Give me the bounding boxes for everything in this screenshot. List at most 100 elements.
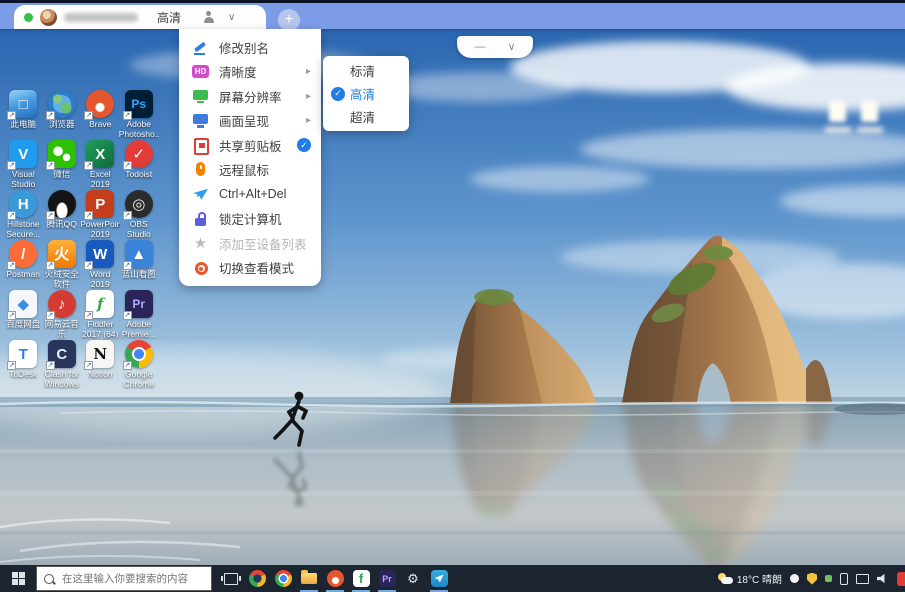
desktop-icon-label: 腾讯QQ [47, 220, 77, 230]
clipboard-icon [192, 137, 209, 154]
desktop-icon-browser-globe[interactable]: ↗浏览器 [43, 90, 82, 140]
desktop-icon-label: Google Chrome [120, 370, 159, 390]
taskbar-premiere[interactable]: Pr [374, 565, 400, 592]
menu-item-screen-resolution[interactable]: 屏幕分辨率▸ [179, 84, 321, 109]
hd-badge-icon: HD [192, 65, 209, 78]
blurred-desktop-icon[interactable] [829, 101, 846, 122]
desktop-icon-vscode[interactable]: V↗Visual Studio Code [4, 140, 43, 190]
desktop-icon-postman[interactable]: /↗Postman [4, 240, 43, 290]
menu-item-rename-alias[interactable]: 修改别名 [179, 35, 321, 60]
taskbar-fiddler[interactable]: f [348, 565, 374, 592]
desktop-icon-qq[interactable]: ↗腾讯QQ [43, 190, 82, 240]
menu-item-lock-computer[interactable]: 锁定计算机 [179, 207, 321, 232]
desktop-icon-this-pc[interactable]: □↗此电脑 [4, 90, 43, 140]
taskbar-settings[interactable]: ⚙ [400, 565, 426, 592]
user-icon[interactable] [202, 11, 215, 24]
shortcut-arrow-badge: ↗ [46, 211, 55, 220]
desktop-icon-excel[interactable]: X↗Excel 2019 [81, 140, 120, 190]
desktop-icon-word-image: W↗ [86, 240, 114, 268]
shortcut-arrow-badge: ↗ [84, 311, 93, 320]
desktop-icon-huorong[interactable]: 火↗火绒安全软件 [43, 240, 82, 290]
desktop-icon-brave[interactable]: ↗Brave [81, 90, 120, 140]
taskbar: f Pr⚙ 18°C 晴朗 [0, 565, 905, 592]
desktop-icon-wechat[interactable]: ↗微信 [43, 140, 82, 190]
desktop-icon-label: 火绒安全软件 [43, 270, 82, 290]
submenu-item-hd[interactable]: ✓高清 [323, 82, 409, 105]
desktop-icon-notion-image: N↗ [86, 340, 114, 368]
desktop-icon-notion[interactable]: N↗ Notion [81, 340, 120, 390]
menu-item-label: 屏幕分辨率 [219, 87, 296, 106]
desktop-icon-word[interactable]: W↗Word 2019 [81, 240, 120, 290]
desktop-icon-chrome[interactable]: ↗Google Chrome [120, 340, 159, 390]
desktop-icon-premiere[interactable]: Pr↗Adobe Premie... [120, 290, 159, 340]
taskbar-search[interactable] [36, 566, 212, 591]
taskbar-color-wheel-icon-image [249, 570, 266, 587]
collapse-chevron-icon[interactable]: ∨ [507, 42, 515, 53]
desktop-icon-todesk[interactable]: T↗ToDesk [4, 340, 43, 390]
desktop-icon-hillstone[interactable]: H↗Hillstone Secure... [4, 190, 43, 240]
taskbar-brave[interactable] [322, 565, 348, 592]
menu-item-display-mode[interactable]: 画面呈现▸ [179, 109, 321, 134]
icon-glyph: N [93, 347, 107, 362]
desktop-icon-label: Clash for Windows [43, 370, 82, 390]
tray-volume-icon[interactable] [877, 573, 889, 584]
desktop-icon-label: Adobe Photosho... [119, 120, 159, 140]
desktop-icon-lanshan-viewer[interactable]: ▲↗蓝山看图 [120, 240, 159, 290]
desktop-icon-excel-image: X↗ [86, 140, 114, 168]
menu-item-remote-mouse[interactable]: 远程鼠标 [179, 158, 321, 183]
icon-glyph: / [21, 247, 25, 262]
menu-item-ctrl-alt-del[interactable]: Ctrl+Alt+Del [179, 182, 321, 207]
menu-item-label: 共享剪贴板 [219, 136, 287, 155]
taskbar-file-explorer[interactable] [296, 565, 322, 592]
icon-glyph: □ [19, 97, 28, 112]
tray-security-shield-icon[interactable] [807, 573, 817, 585]
desktop-icon-todoist[interactable]: ✓↗Todoist [120, 140, 159, 190]
menu-item-label: 远程鼠标 [219, 160, 311, 179]
taskbar-telegram[interactable] [426, 565, 452, 592]
shortcut-arrow-badge: ↗ [84, 261, 93, 270]
shortcut-arrow-badge: ↗ [123, 161, 132, 170]
desktop-icon-brave-image: ↗ [86, 90, 114, 118]
tray-phone-icon[interactable] [840, 573, 848, 585]
pencil-icon [192, 39, 209, 56]
chevron-down-icon[interactable]: ∨ [228, 12, 235, 23]
weather-widget[interactable]: 18°C 晴朗 [718, 571, 782, 586]
taskbar-chrome-icon[interactable] [270, 565, 296, 592]
taskbar-color-wheel-icon[interactable] [244, 565, 270, 592]
desktop-icon-label: Excel 2019 [81, 170, 120, 190]
desktop-icon-todesk-image: T↗ [9, 340, 37, 368]
tray-green-status-icon[interactable] [825, 575, 832, 582]
desktop-icon-label: 微信 [53, 170, 70, 180]
icon-glyph: ◆ [17, 297, 29, 312]
menu-item-shared-clipboard[interactable]: 共享剪贴板✓ [179, 133, 321, 158]
taskbar-premiere-image: Pr [379, 570, 396, 587]
menu-item-switch-view-mode[interactable]: 切换查看模式 [179, 256, 321, 281]
desktop-icon-fiddler[interactable]: f↗Fiddler 2017 (64) [81, 290, 120, 340]
tray-clipped-red-icon[interactable] [897, 572, 905, 586]
start-button[interactable] [0, 565, 36, 592]
desktop-icon-clash[interactable]: C↗Clash for Windows [43, 340, 82, 390]
search-input[interactable] [60, 572, 204, 586]
menu-item-quality[interactable]: HD清晰度▸ [179, 60, 321, 85]
desktop-icon-fiddler-image: f↗ [86, 290, 114, 318]
desktop-icon-powerpoint[interactable]: P↗PowerPoint 2019 [81, 190, 120, 240]
remote-user-avatar [40, 9, 57, 26]
shortcut-arrow-badge: ↗ [84, 111, 93, 120]
desktop-icon-baidu-netdisk-image: ◆↗ [9, 290, 37, 318]
task-view-button[interactable] [218, 565, 244, 592]
desktop-icon-obs[interactable]: ◎↗OBS Studio [120, 190, 159, 240]
desktop-icon-lanshan-viewer-image: ▲↗ [125, 240, 153, 268]
session-tab[interactable]: 高清 ∨ [14, 5, 266, 29]
desktop-icon-netease-music[interactable]: ♪↗网易云音乐 [43, 290, 82, 340]
add-session-button[interactable]: + [278, 9, 300, 31]
minimize-icon[interactable]: — [474, 42, 485, 53]
tray-notification-dot-icon[interactable] [790, 574, 799, 583]
tray-display-icon[interactable] [856, 574, 869, 584]
desktop-icon-photoshop[interactable]: Ps↗Adobe Photosho... [120, 90, 159, 140]
submenu-item-sd[interactable]: 标清 [323, 59, 409, 82]
blurred-desktop-icon[interactable] [861, 101, 878, 122]
desktop-icon-label: Notion [88, 370, 113, 380]
desktop-icon-hillstone-image: H↗ [9, 190, 37, 218]
desktop-icon-baidu-netdisk[interactable]: ◆↗百度网盘 [4, 290, 43, 340]
submenu-item-uhd[interactable]: 超清 [323, 105, 409, 128]
